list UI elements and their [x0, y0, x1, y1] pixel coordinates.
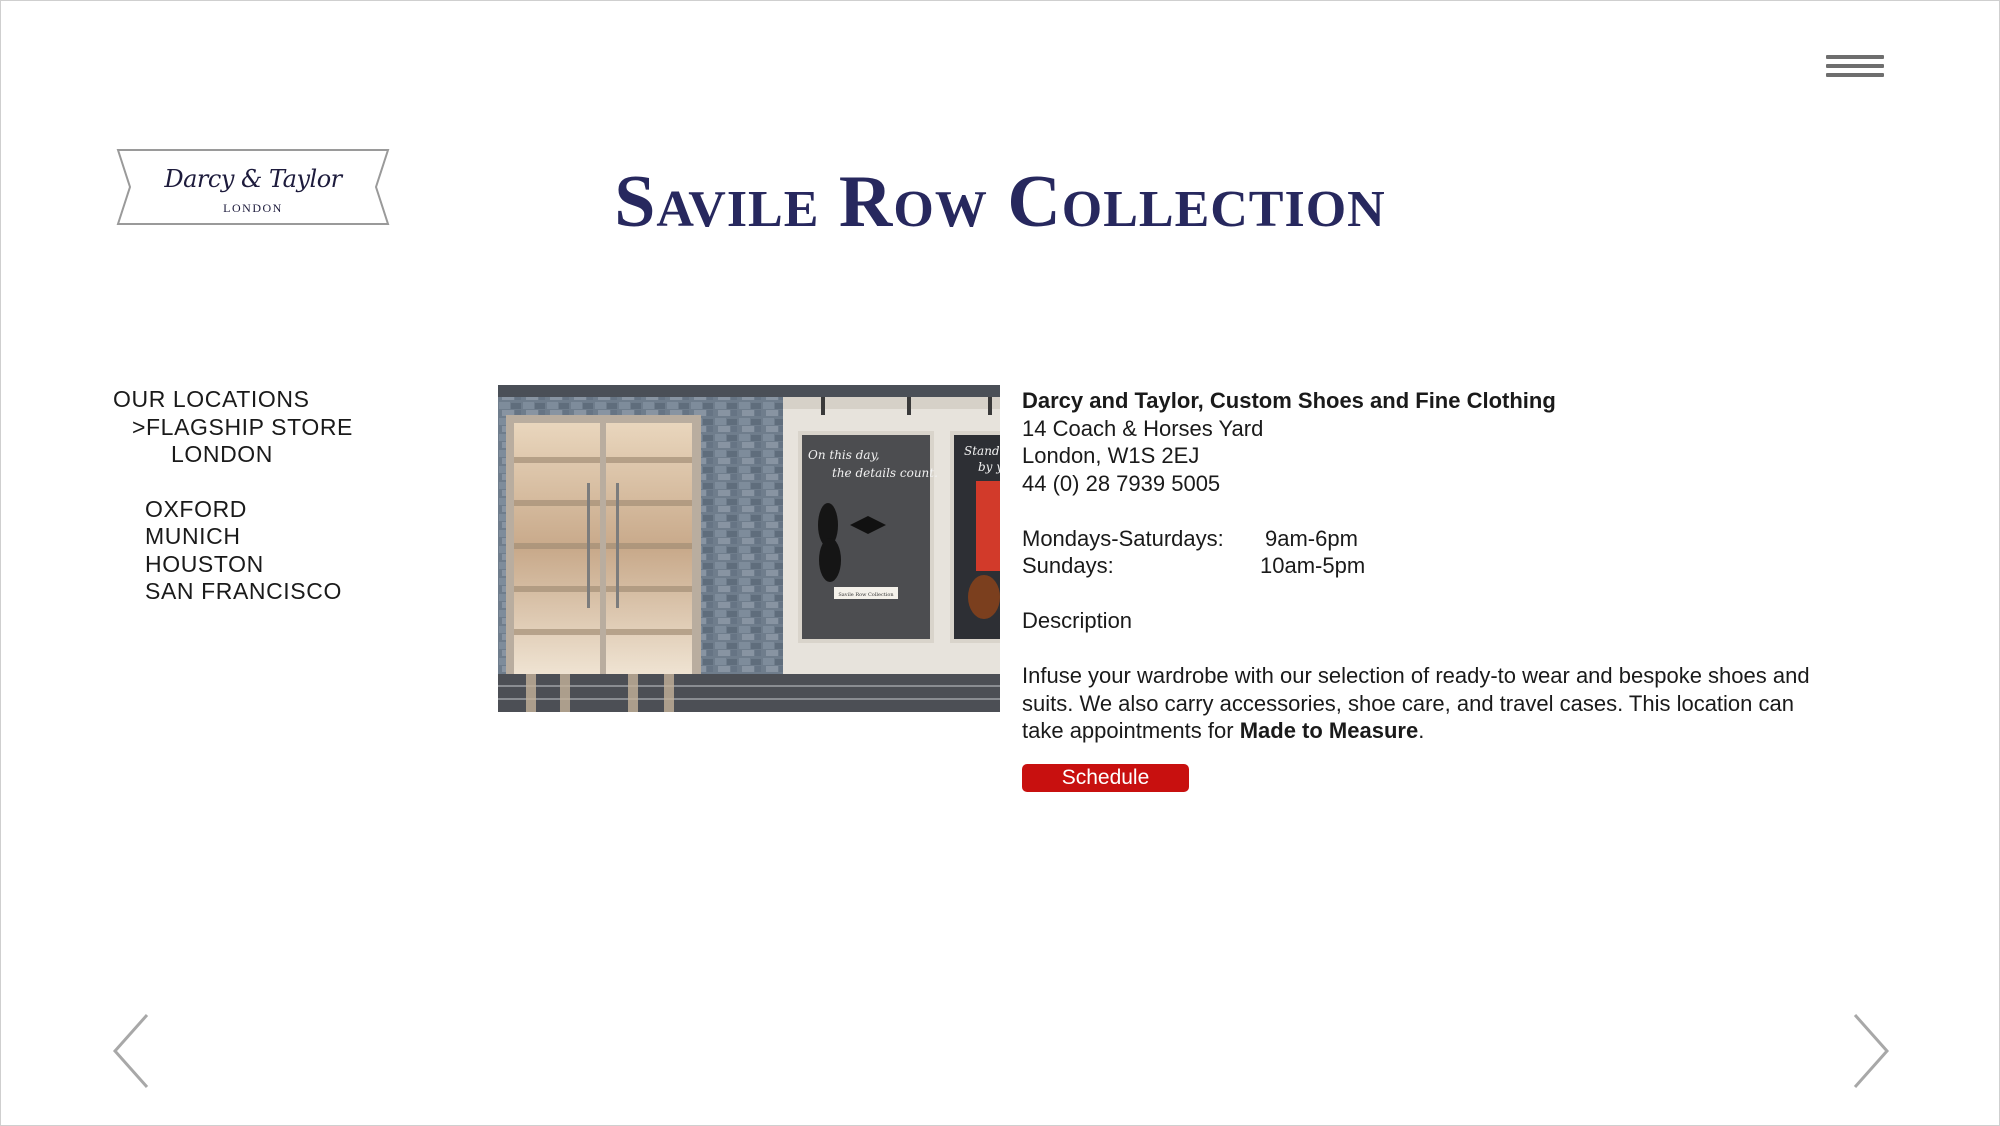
store-address-line-1: 14 Coach & Horses Yard [1022, 415, 1264, 441]
store-name: Darcy and Taylor, Custom Shoes and Fine … [1022, 388, 1556, 413]
hours-time: 10am-5pm [1260, 553, 1366, 578]
store-info: Darcy and Taylor, Custom Shoes and Fine … [1022, 387, 1822, 745]
logo-brand-name: Darcy & Taylor [164, 165, 342, 193]
hours-row: Sundays: 10am-5pm [1022, 552, 1822, 580]
sidebar-heading: OUR LOCATIONS [113, 386, 310, 412]
brand-logo[interactable]: Darcy & Taylor LONDON [116, 148, 390, 226]
made-to-measure-link[interactable]: Made to Measure [1240, 718, 1419, 743]
poster-left-tag: Savile Row Collection [838, 592, 894, 598]
page-title: Savile Row Collection [614, 161, 1386, 243]
description-label: Description [1022, 608, 1133, 633]
hours-row: Mondays-Saturdays: 9am-6pm [1022, 525, 1822, 553]
sidebar-item-houston[interactable]: HOUSTON [113, 551, 353, 579]
chevron-right-icon[interactable] [1851, 1013, 1891, 1089]
sidebar-item-munich[interactable]: MUNICH [113, 523, 353, 551]
sidebar-item-oxford[interactable]: OXFORD [113, 496, 353, 524]
store-phone[interactable]: 44 (0) 28 7939 5005 [1022, 470, 1822, 498]
hamburger-menu-icon[interactable] [1826, 55, 1884, 85]
sidebar-item-flagship-store[interactable]: >FLAGSHIP STORE [113, 414, 353, 442]
sidebar-item-san-francisco[interactable]: SAN FRANCISCO [113, 578, 353, 606]
hours-day: Mondays-Saturdays: [1022, 525, 1224, 551]
hours-time: 9am-6pm [1265, 525, 1358, 551]
poster-right-text-1: Stand [964, 444, 1000, 458]
poster-right-text-2: by y [978, 460, 1000, 474]
chevron-left-icon[interactable] [111, 1013, 151, 1089]
schedule-button[interactable]: Schedule [1022, 764, 1189, 792]
poster-left-text-2: the details count. [832, 466, 938, 480]
poster-left-text-1: On this day, [808, 448, 880, 462]
description-end: . [1418, 718, 1425, 743]
hours-day: Sundays: [1022, 553, 1114, 578]
store-address-line-2: London, W1S 2EJ [1022, 443, 1200, 468]
storefront-image: On this day, the details count. Savile R… [498, 385, 1000, 712]
sidebar-item-london[interactable]: LONDON [113, 441, 353, 469]
locations-sidebar: OUR LOCATIONS >FLAGSHIP STORE LONDON OXF… [113, 386, 353, 606]
store-description: Infuse your wardrobe with our selection … [1022, 662, 1822, 745]
logo-city: LONDON [223, 201, 283, 215]
